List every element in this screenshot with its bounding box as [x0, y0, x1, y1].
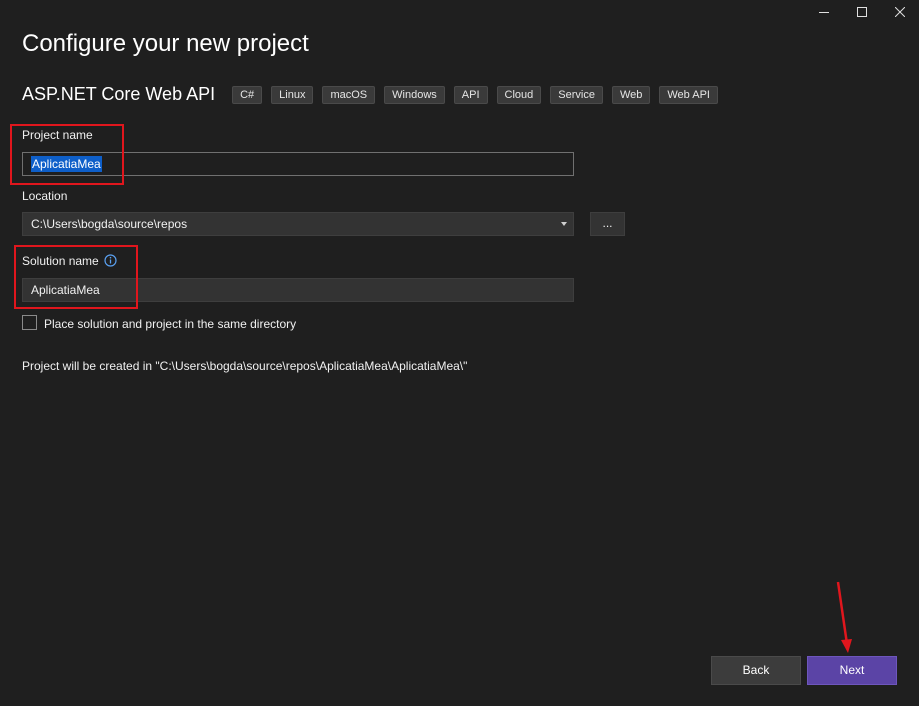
location-dropdown[interactable]: C:\Users\bogda\source\repos	[22, 212, 574, 236]
annotation-arrow-icon	[836, 581, 852, 653]
tag-cloud: Cloud	[496, 85, 542, 104]
minimize-button[interactable]	[805, 0, 843, 24]
tag-csharp: C#	[232, 85, 263, 104]
close-icon	[895, 7, 905, 17]
solution-name-label-text: Solution name	[22, 254, 99, 269]
location-value: C:\Users\bogda\source\repos	[31, 217, 188, 231]
maximize-icon	[857, 7, 867, 17]
tag-api: API	[453, 85, 488, 104]
project-name-input[interactable]: AplicatiaMea	[22, 152, 574, 176]
tag-windows: Windows	[384, 85, 445, 104]
back-button[interactable]: Back	[711, 656, 801, 685]
solution-name-value: AplicatiaMea	[31, 283, 100, 297]
configure-project-dialog: Configure your new project ASP.NET Core …	[0, 0, 919, 706]
project-path-summary: Project will be created in "C:\Users\bog…	[22, 359, 468, 373]
close-button[interactable]	[881, 0, 919, 24]
template-name: ASP.NET Core Web API	[22, 84, 216, 104]
browse-location-button[interactable]: ...	[590, 212, 625, 236]
location-label: Location	[22, 189, 68, 203]
solution-name-input[interactable]: AplicatiaMea	[22, 278, 574, 302]
window-controls	[805, 0, 919, 24]
tag-web-api: Web API	[659, 85, 718, 104]
tag-web: Web	[611, 85, 651, 104]
minimize-icon	[819, 12, 829, 13]
chevron-down-icon	[561, 222, 567, 226]
tag-linux: Linux	[271, 85, 314, 104]
project-name-value: AplicatiaMea	[31, 156, 102, 172]
same-directory-label[interactable]: Place solution and project in the same d…	[44, 317, 296, 331]
project-name-label: Project name	[22, 128, 93, 142]
maximize-button[interactable]	[843, 0, 881, 24]
info-icon[interactable]	[104, 254, 117, 270]
next-button[interactable]: Next	[807, 656, 897, 685]
tag-service: Service	[550, 85, 603, 104]
solution-name-label: Solution name	[22, 254, 117, 270]
template-header: ASP.NET Core Web API C# Linux macOS Wind…	[22, 84, 727, 105]
same-directory-checkbox[interactable]	[22, 315, 37, 330]
page-title: Configure your new project	[22, 30, 309, 57]
tag-macos: macOS	[322, 85, 376, 104]
